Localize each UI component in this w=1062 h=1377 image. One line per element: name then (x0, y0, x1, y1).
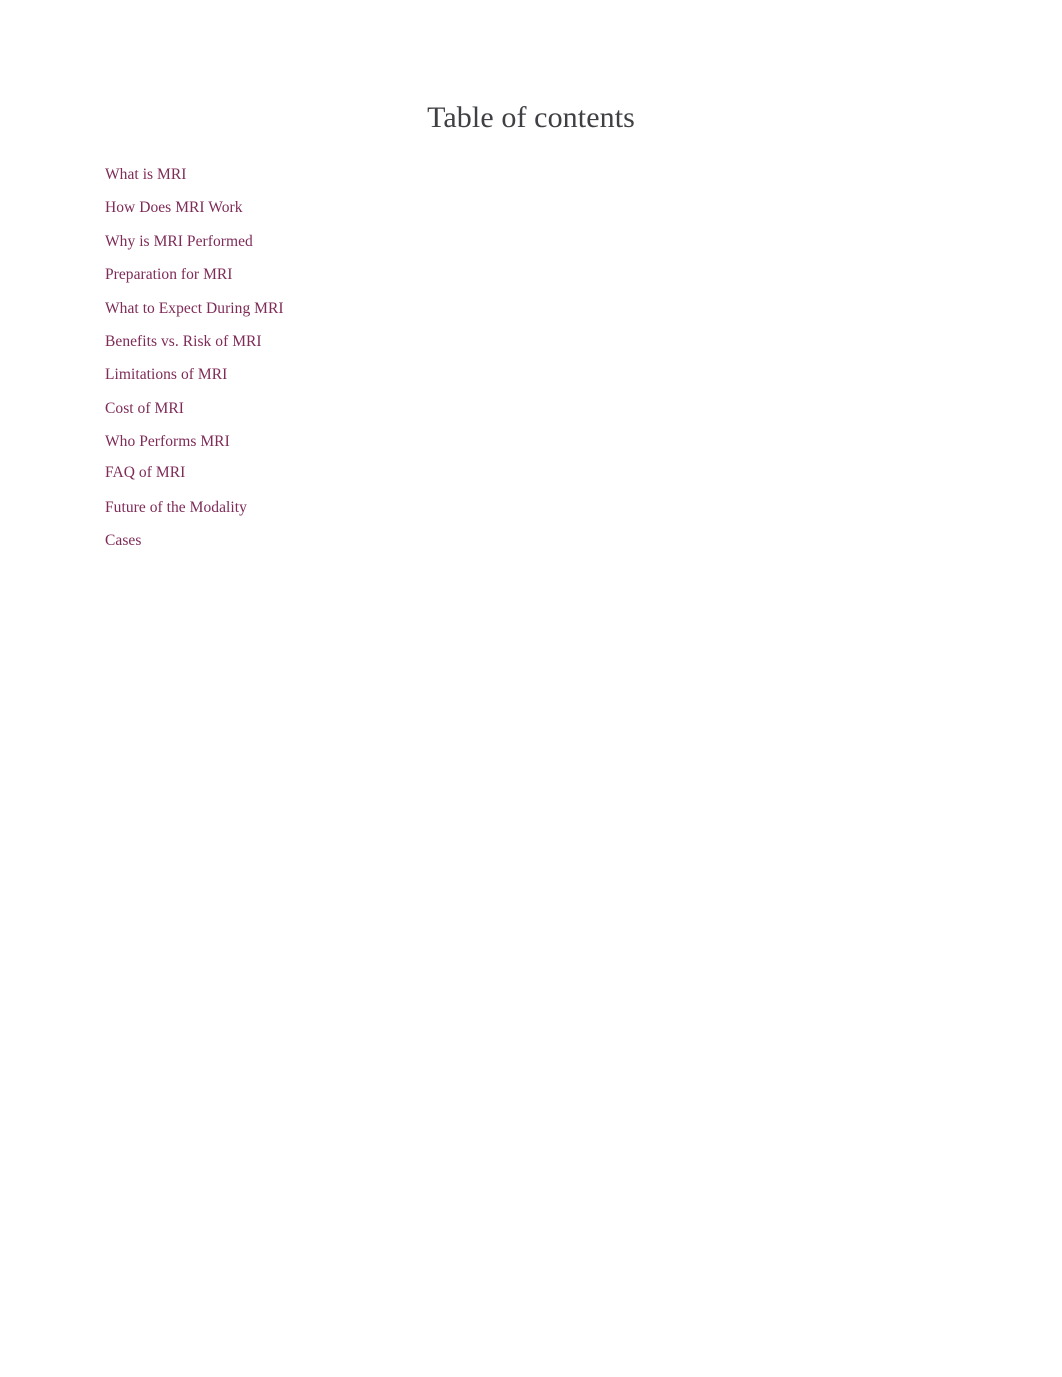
toc-link-future-of-the-modality[interactable]: Future of the Modality (105, 499, 247, 516)
toc-entry-why-is-mri-performed[interactable]: Why is MRI Performed (105, 225, 625, 258)
toc-entry-benefits-vs-risk-of-mri[interactable]: Benefits vs. Risk of MRI (105, 325, 625, 358)
toc-link-benefits-vs-risk-of-mri[interactable]: Benefits vs. Risk of MRI (105, 333, 262, 350)
toc-link-what-is-mri[interactable]: What is MRI (105, 166, 187, 183)
toc-entry-limitations-of-mri[interactable]: Limitations of MRI (105, 358, 625, 391)
toc-link-faq-of-mri[interactable]: FAQ of MRI (105, 464, 185, 481)
toc-entry-cases[interactable]: Cases (105, 524, 625, 557)
toc-link-cost-of-mri[interactable]: Cost of MRI (105, 400, 184, 417)
table-of-contents-list: What is MRI How Does MRI Work Why is MRI… (105, 158, 625, 557)
toc-link-what-to-expect-during-mri[interactable]: What to Expect During MRI (105, 300, 284, 317)
toc-entry-preparation-for-mri[interactable]: Preparation for MRI (105, 258, 625, 291)
page-title: Table of contents (427, 101, 635, 135)
toc-link-preparation-for-mri[interactable]: Preparation for MRI (105, 266, 233, 283)
toc-link-how-does-mri-work[interactable]: How Does MRI Work (105, 199, 243, 216)
document-page: Table of contents What is MRI How Does M… (0, 0, 1062, 1377)
toc-link-who-performs-mri[interactable]: Who Performs MRI (105, 433, 230, 450)
toc-entry-what-to-expect-during-mri[interactable]: What to Expect During MRI (105, 292, 625, 325)
toc-entry-future-of-the-modality[interactable]: Future of the Modality (105, 490, 625, 524)
toc-entry-cost-of-mri[interactable]: Cost of MRI (105, 392, 625, 425)
toc-link-limitations-of-mri[interactable]: Limitations of MRI (105, 366, 227, 383)
toc-entry-how-does-mri-work[interactable]: How Does MRI Work (105, 191, 625, 224)
toc-link-cases[interactable]: Cases (105, 532, 141, 549)
toc-entry-what-is-mri[interactable]: What is MRI (105, 158, 625, 191)
toc-entry-who-performs-mri[interactable]: Who Performs MRI (105, 425, 625, 458)
toc-entry-faq-of-mri[interactable]: FAQ of MRI (105, 459, 625, 490)
toc-link-why-is-mri-performed[interactable]: Why is MRI Performed (105, 233, 253, 250)
